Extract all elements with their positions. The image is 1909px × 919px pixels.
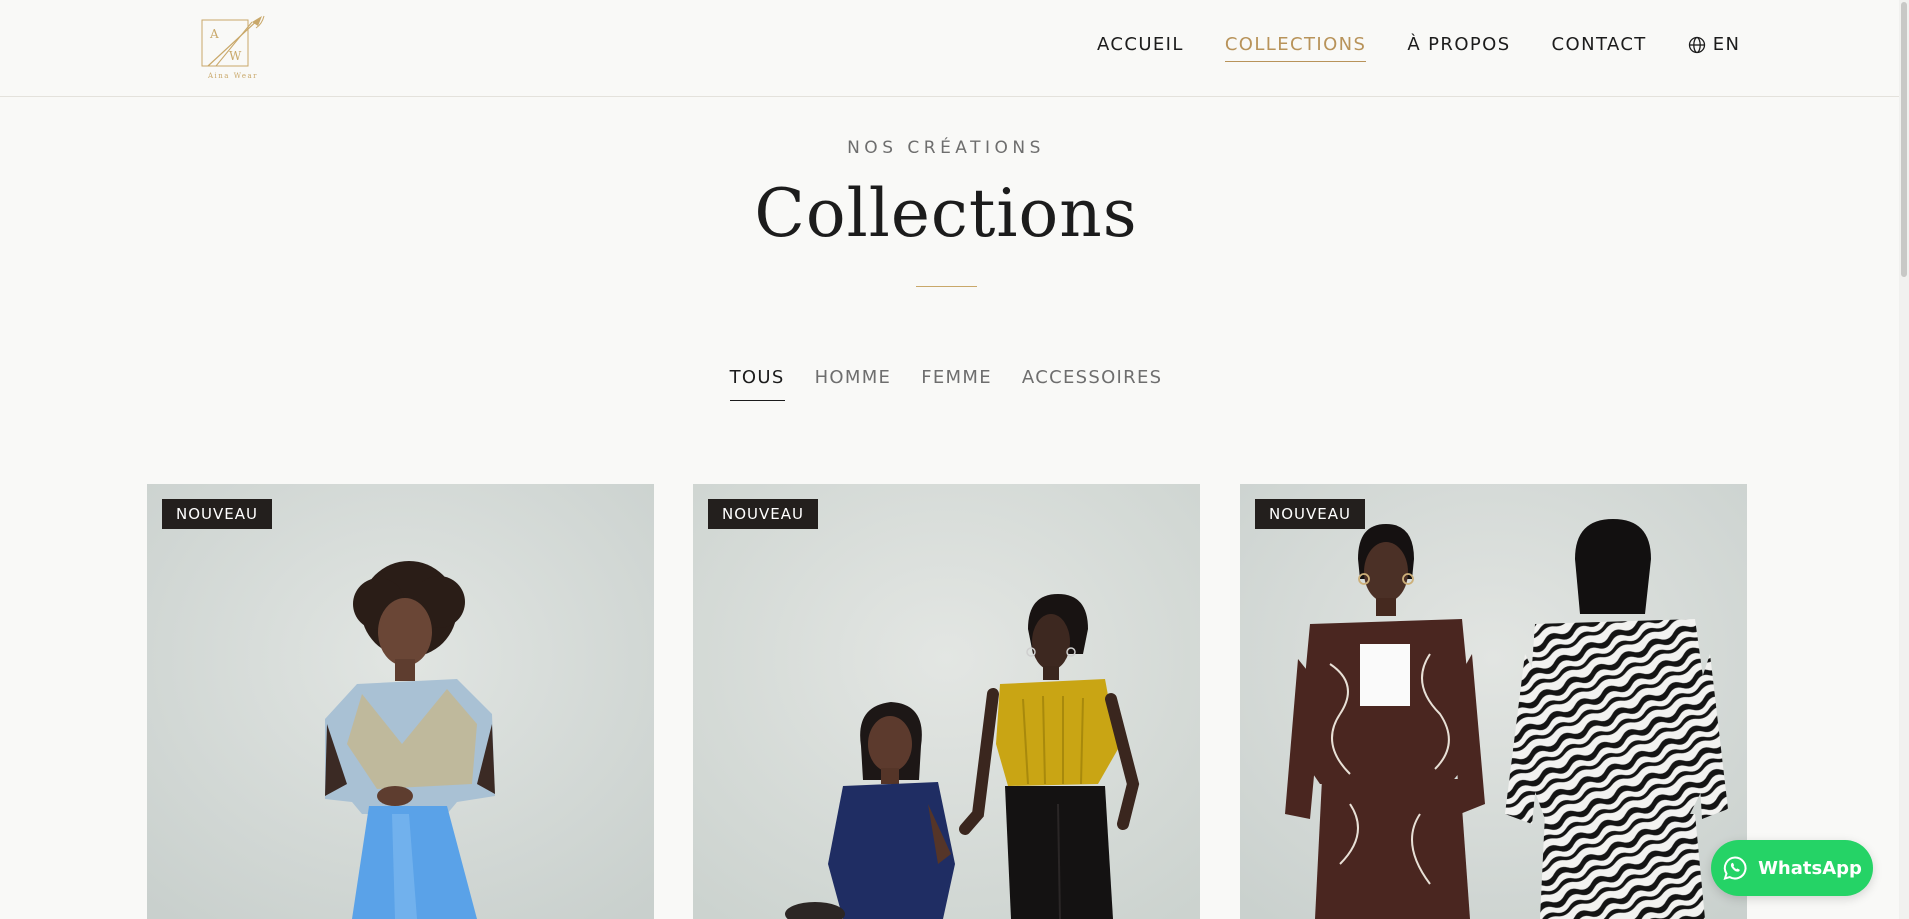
nav-contact[interactable]: CONTACT xyxy=(1552,34,1647,61)
title-divider xyxy=(916,286,977,287)
page-title: Collections xyxy=(754,175,1138,252)
product-card[interactable]: NOUVEAU xyxy=(147,484,654,919)
category-filters: TOUS HOMME FEMME ACCESSOIRES xyxy=(0,367,1892,401)
whatsapp-button[interactable]: WhatsApp xyxy=(1711,840,1873,896)
filter-tab-accessoires[interactable]: ACCESSOIRES xyxy=(1022,367,1162,401)
logo-caption: Aina Wear xyxy=(208,72,258,80)
new-badge: NOUVEAU xyxy=(708,499,818,529)
whatsapp-icon xyxy=(1723,856,1747,880)
product-card[interactable]: NOUVEAU xyxy=(1240,484,1747,919)
language-switcher[interactable]: EN xyxy=(1688,34,1741,55)
section-eyebrow: NOS CRÉATIONS xyxy=(847,138,1045,158)
filter-tab-tous[interactable]: TOUS xyxy=(729,367,785,401)
language-label: EN xyxy=(1712,34,1741,55)
filter-tab-femme[interactable]: FEMME xyxy=(921,367,992,401)
nav-accueil[interactable]: ACCUEIL xyxy=(1097,34,1184,61)
main-nav: ACCUEIL COLLECTIONS À PROPOS CONTACT EN xyxy=(1097,34,1740,64)
whatsapp-label: WhatsApp xyxy=(1758,857,1862,879)
logo-mark-icon: A W xyxy=(201,15,265,67)
product-image xyxy=(147,484,654,919)
nav-collections[interactable]: COLLECTIONS xyxy=(1224,34,1367,62)
product-image xyxy=(1240,484,1747,919)
scrollbar-thumb[interactable] xyxy=(1901,2,1907,277)
product-card[interactable]: NOUVEAU xyxy=(693,484,1200,919)
nav-a-propos[interactable]: À PROPOS xyxy=(1407,34,1510,61)
page-scrollbar[interactable] xyxy=(1899,0,1909,919)
brand-logo[interactable]: A W Aina Wear xyxy=(196,14,270,84)
site-header: A W Aina Wear ACCUEIL COLLECTIONS À PROP… xyxy=(0,0,1909,97)
globe-icon xyxy=(1688,36,1705,53)
filter-tab-homme[interactable]: HOMME xyxy=(815,367,892,401)
logo-letter-a: A xyxy=(209,27,219,41)
logo-letter-w: W xyxy=(229,49,242,63)
product-image xyxy=(693,484,1200,919)
new-badge: NOUVEAU xyxy=(1255,499,1365,529)
new-badge: NOUVEAU xyxy=(162,499,272,529)
